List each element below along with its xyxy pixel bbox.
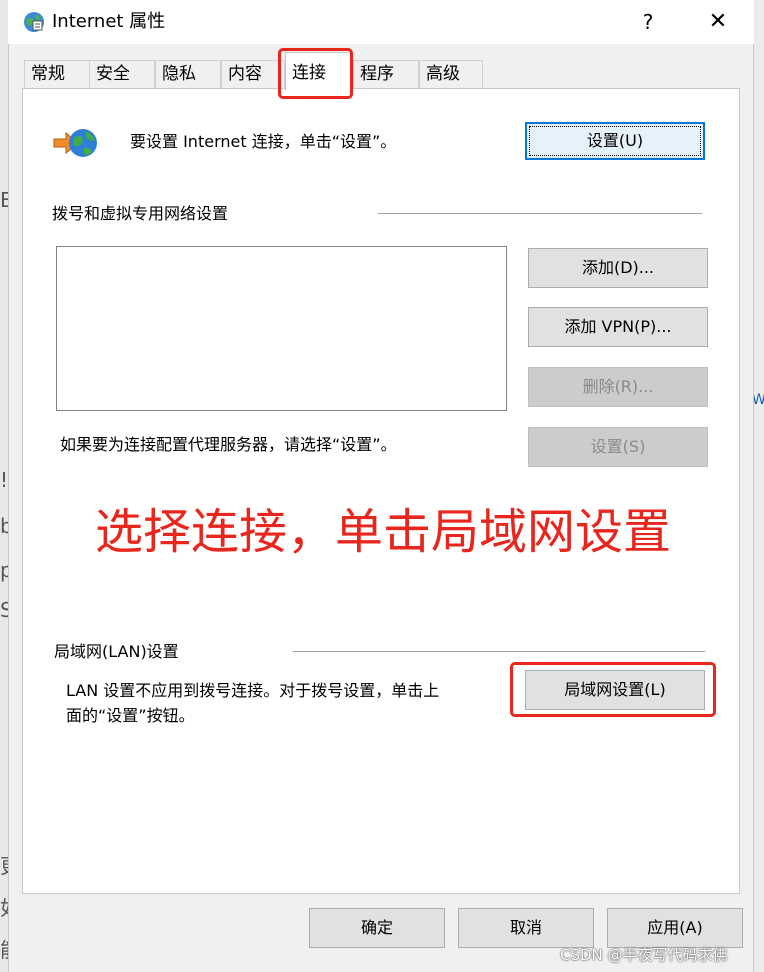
lan-description-line1: LAN 设置不应用到拨号连接。对于拨号设置，单击上	[66, 681, 440, 700]
proxy-hint: 如果要为连接配置代理服务器，请选择“设置”。	[60, 435, 397, 454]
connections-tab-highlight	[278, 48, 353, 99]
tab-advanced[interactable]: 高级	[419, 60, 483, 88]
tab-general[interactable]: 常规	[24, 60, 90, 88]
add-button[interactable]: 添加(D)...	[528, 248, 708, 288]
tab-privacy[interactable]: 隐私	[155, 60, 221, 88]
internet-options-icon	[24, 12, 44, 32]
setup-button-label: 设置(U)	[586, 131, 644, 150]
remove-button[interactable]: 删除(R)...	[528, 367, 708, 407]
watermark: CSDN @半夜写代码求佛	[560, 946, 728, 964]
annotation-text: 选择连接，单击局域网设置	[95, 504, 672, 560]
connections-list[interactable]	[56, 246, 507, 411]
lan-separator	[293, 651, 705, 652]
lan-heading: 局域网(LAN)设置	[54, 642, 179, 661]
apply-button[interactable]: 应用(A)	[607, 908, 743, 948]
cancel-button[interactable]: 取消	[458, 908, 594, 948]
window-title: Internet 属性	[52, 11, 166, 32]
internet-connection-icon	[53, 129, 97, 157]
dialup-separator	[378, 213, 702, 214]
close-button[interactable]: ✕	[700, 8, 736, 36]
add-vpn-button[interactable]: 添加 VPN(P)...	[528, 307, 708, 347]
lan-description-line2: 面的“设置”按钮。	[66, 706, 195, 725]
dialup-settings-button[interactable]: 设置(S)	[528, 427, 708, 467]
setup-description: 要设置 Internet 连接，单击“设置”。	[130, 132, 397, 151]
dialup-heading: 拨号和虚拟专用网络设置	[52, 204, 229, 223]
tab-programs[interactable]: 程序	[353, 60, 419, 88]
ok-button[interactable]: 确定	[309, 908, 445, 948]
background-text: !	[0, 468, 9, 492]
setup-button[interactable]: 设置(U)	[525, 122, 705, 160]
lan-button-highlight	[510, 662, 716, 717]
tab-content[interactable]: 内容	[221, 60, 285, 88]
help-button[interactable]: ?	[632, 8, 664, 36]
tab-security[interactable]: 安全	[89, 60, 155, 88]
